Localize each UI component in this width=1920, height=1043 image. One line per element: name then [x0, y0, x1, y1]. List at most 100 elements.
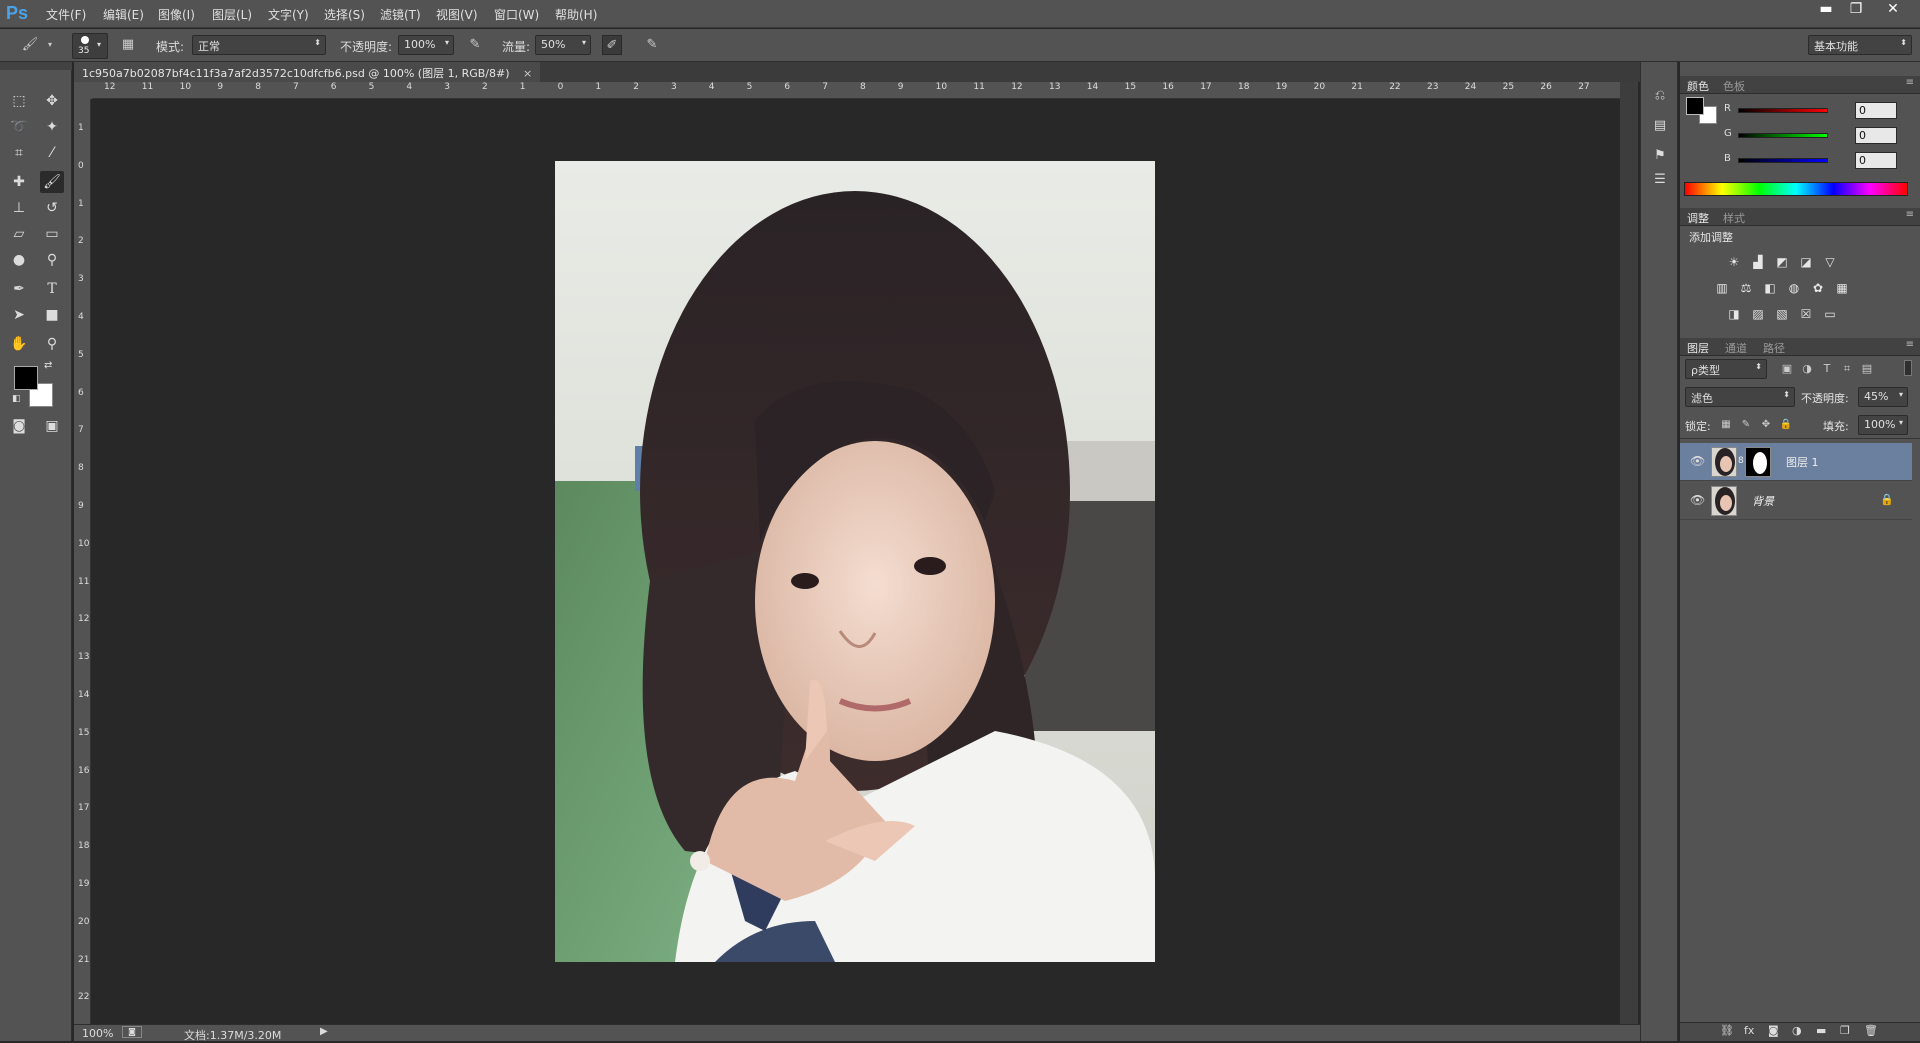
visibility-eye-icon[interactable]: 👁: [1690, 493, 1705, 507]
layer-name[interactable]: 背景: [1752, 493, 1774, 509]
tab-swatches[interactable]: 色板: [1723, 78, 1745, 94]
crop-tool-icon[interactable]: ⌗: [7, 142, 31, 164]
document-photo[interactable]: [555, 161, 1155, 962]
color-balance-icon[interactable]: ⚖: [1737, 280, 1755, 296]
lock-all-icon[interactable]: 🔒: [1776, 415, 1796, 435]
panel-menu-icon[interactable]: ≡: [1906, 77, 1914, 88]
blue-slider[interactable]: [1738, 158, 1828, 163]
vibrance-icon[interactable]: ▽: [1821, 254, 1839, 270]
dodge-tool-icon[interactable]: ⚲: [40, 249, 64, 271]
menu-edit[interactable]: 编辑(E): [103, 6, 144, 23]
delete-layer-icon[interactable]: 🗑: [1864, 1024, 1878, 1037]
canvas-vertical-scrollbar[interactable]: [1620, 82, 1638, 1024]
brightness-contrast-icon[interactable]: ☀: [1725, 254, 1743, 270]
visibility-eye-icon[interactable]: 👁: [1690, 454, 1705, 468]
menu-layer[interactable]: 图层(L): [212, 6, 252, 23]
actions-panel-icon[interactable]: ▤: [1650, 116, 1670, 136]
layer-opacity-input[interactable]: 45% ▾: [1858, 387, 1908, 407]
horizontal-ruler[interactable]: 12 11 10 9 8 7 6 5 4 3 2 1 0 1 2 3 4 5 6 7 8 9 10 11 12 13 14 15 16 1…: [92, 82, 1620, 99]
history-panel-icon[interactable]: ⎌: [1650, 86, 1670, 106]
layer-style-fx-icon[interactable]: fx: [1744, 1024, 1754, 1037]
gradient-map-icon[interactable]: ▭: [1821, 306, 1839, 322]
gradient-tool-icon[interactable]: ▭: [40, 223, 64, 245]
healing-brush-tool-icon[interactable]: ✚: [7, 171, 31, 193]
restore-button[interactable]: ❐: [1843, 0, 1869, 20]
magic-wand-tool-icon[interactable]: ✦: [40, 116, 64, 138]
rectangle-tool-icon[interactable]: ■: [40, 304, 64, 326]
swap-colors-icon[interactable]: ⇄: [44, 360, 52, 371]
new-layer-icon[interactable]: ❐: [1840, 1024, 1850, 1037]
zoom-level[interactable]: 100%: [82, 1027, 113, 1040]
new-adjustment-layer-icon[interactable]: ◑: [1792, 1024, 1802, 1037]
tab-adjustments[interactable]: 调整: [1687, 210, 1709, 226]
menu-type[interactable]: 文字(Y): [268, 6, 309, 23]
pressure-size-icon[interactable]: ✎: [642, 35, 662, 55]
tab-channels[interactable]: 通道: [1725, 340, 1747, 356]
menu-image[interactable]: 图像(I): [158, 6, 195, 23]
lasso-tool-icon[interactable]: ➰: [7, 116, 31, 138]
red-slider[interactable]: [1738, 108, 1828, 113]
hand-tool-icon[interactable]: ✋: [7, 333, 31, 355]
flow-input[interactable]: 50% ▾: [535, 35, 591, 55]
vertical-ruler[interactable]: 1 0 1 2 3 4 5 6 7 8 9 10 11 12 13 14 15 16 17 18 19 20 21 22: [74, 99, 91, 1024]
add-mask-icon[interactable]: ◙: [1768, 1024, 1779, 1037]
brush-panel-toggle-icon[interactable]: ▦: [118, 35, 138, 55]
brush-size-picker[interactable]: 35 ▾: [72, 33, 108, 59]
red-value[interactable]: 0: [1855, 102, 1897, 119]
green-value[interactable]: 0: [1855, 127, 1897, 144]
filter-adjustment-icon[interactable]: ◑: [1797, 359, 1817, 379]
hue-saturation-icon[interactable]: ▥: [1713, 280, 1731, 296]
menu-help[interactable]: 帮助(H): [555, 6, 597, 23]
tab-paths[interactable]: 路径: [1763, 340, 1785, 356]
brush-tool-preset-icon[interactable]: 🖌: [20, 35, 40, 55]
properties-panel-icon[interactable]: ☰: [1650, 170, 1670, 190]
workspace-select[interactable]: 基本功能 ⬍: [1808, 35, 1912, 55]
eraser-tool-icon[interactable]: ▱: [7, 223, 31, 245]
tab-layers[interactable]: 图层: [1687, 340, 1709, 356]
status-preview-icon[interactable]: ◙: [122, 1026, 142, 1038]
filter-pixel-icon[interactable]: ▣: [1777, 359, 1797, 379]
brush-presets-icon[interactable]: ⚑: [1650, 146, 1670, 166]
filter-toggle-switch[interactable]: [1904, 360, 1912, 376]
invert-icon[interactable]: ◨: [1725, 306, 1743, 322]
screen-mode-icon[interactable]: ▣: [40, 415, 64, 437]
green-slider[interactable]: [1738, 133, 1828, 138]
mode-select[interactable]: 正常 ⬍: [192, 35, 326, 55]
history-brush-tool-icon[interactable]: ↺: [40, 197, 64, 219]
layer-row[interactable]: 👁 8 图层 1: [1680, 443, 1912, 481]
filter-shape-icon[interactable]: ⌗: [1837, 359, 1857, 379]
photo-filter-icon[interactable]: ◍: [1785, 280, 1803, 296]
layer-mask-thumbnail[interactable]: [1745, 447, 1771, 477]
opacity-input[interactable]: 100% ▾: [398, 35, 454, 55]
fill-input[interactable]: 100% ▾: [1858, 415, 1908, 435]
type-tool-icon[interactable]: T: [40, 278, 64, 300]
panel-menu-icon[interactable]: ≡: [1906, 209, 1914, 220]
close-tab-icon[interactable]: ×: [523, 67, 532, 80]
menu-filter[interactable]: 滤镜(T): [380, 6, 421, 23]
filter-smart-object-icon[interactable]: ▤: [1857, 359, 1877, 379]
minimize-button[interactable]: ▬: [1813, 0, 1839, 20]
foreground-color-swatch[interactable]: [14, 366, 38, 390]
curves-icon[interactable]: ◩: [1773, 254, 1791, 270]
lock-position-icon[interactable]: ✥: [1756, 415, 1776, 435]
lock-transparent-icon[interactable]: ▦: [1716, 415, 1736, 435]
pressure-opacity-icon[interactable]: ✎: [465, 35, 485, 55]
quick-mask-icon[interactable]: ◙: [7, 415, 31, 437]
tab-styles[interactable]: 样式: [1723, 210, 1745, 226]
lock-pixels-icon[interactable]: ✎: [1736, 415, 1756, 435]
mask-link-icon[interactable]: 8: [1738, 456, 1744, 466]
marquee-tool-icon[interactable]: ⬚: [7, 90, 31, 112]
menu-select[interactable]: 选择(S): [324, 6, 365, 23]
move-tool-icon[interactable]: ✥: [40, 90, 64, 112]
posterize-icon[interactable]: ▨: [1749, 306, 1767, 322]
color-foreground-swatch[interactable]: [1686, 97, 1704, 115]
close-window-button[interactable]: ✕: [1880, 0, 1906, 20]
eyedropper-tool-icon[interactable]: ⁄: [40, 142, 64, 164]
ruler-corner[interactable]: [74, 82, 92, 99]
brush-tool-icon[interactable]: 🖌: [40, 171, 64, 193]
channel-mixer-icon[interactable]: ✿: [1809, 280, 1827, 296]
document-tab[interactable]: 1c950a7b02087bf4c11f3a7af2d3572c10dfcfb6…: [74, 62, 541, 82]
menu-window[interactable]: 窗口(W): [494, 6, 539, 23]
status-menu-arrow-icon[interactable]: ▶: [320, 1026, 328, 1037]
tab-color[interactable]: 颜色: [1687, 78, 1709, 94]
